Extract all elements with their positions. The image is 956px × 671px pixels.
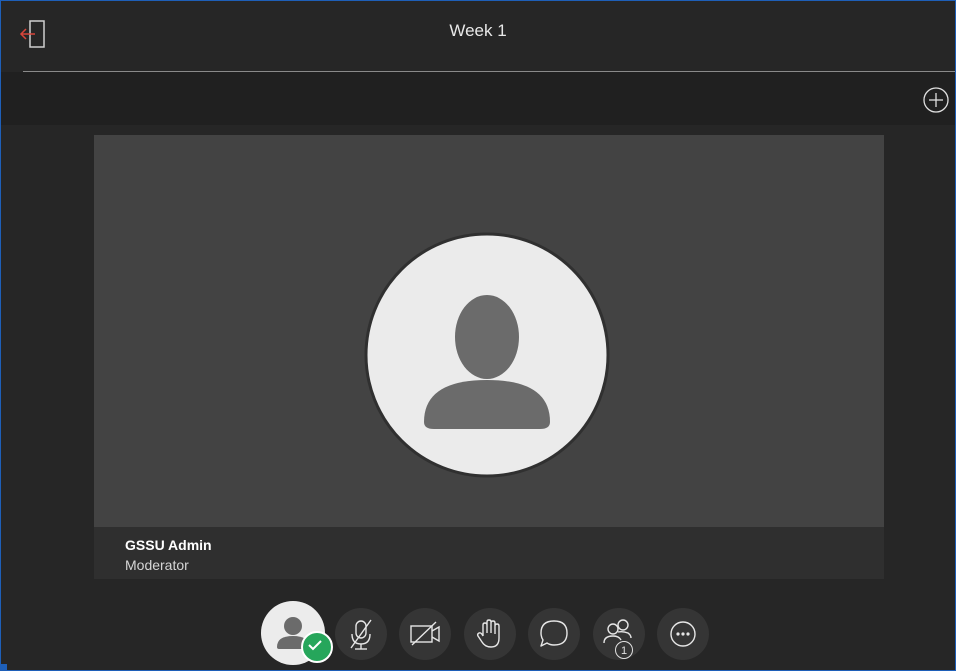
window-corner [1, 664, 7, 670]
add-icon [923, 87, 949, 113]
avatar-icon [364, 232, 610, 478]
session-title: Week 1 [449, 21, 507, 40]
raise-hand-button[interactable] [464, 608, 516, 660]
raise-hand-icon [476, 619, 500, 648]
microphone-muted-icon [350, 619, 372, 650]
microphone-button[interactable] [335, 608, 387, 660]
camera-off-icon [410, 621, 440, 646]
participant-name-bar: GSSU Admin Moderator [94, 527, 884, 579]
participant-count-badge: 1 [615, 641, 633, 659]
session-controls: 1 [1, 601, 955, 670]
collaborate-session-window: Week 1 GSSU Admin Moderator 1 [0, 0, 956, 671]
more-options-icon [670, 621, 696, 647]
more-options-button[interactable] [657, 608, 709, 660]
camera-button[interactable] [399, 608, 451, 660]
status-badge [301, 631, 333, 663]
add-button[interactable] [921, 85, 951, 115]
chat-button[interactable] [528, 608, 580, 660]
check-icon [308, 640, 322, 651]
video-tile[interactable] [94, 135, 884, 527]
chat-icon [540, 620, 568, 647]
participant-role: Moderator [125, 557, 189, 573]
session-header: Week 1 [1, 1, 955, 71]
toolbar-strip [1, 72, 955, 125]
participant-name: GSSU Admin [125, 537, 212, 553]
